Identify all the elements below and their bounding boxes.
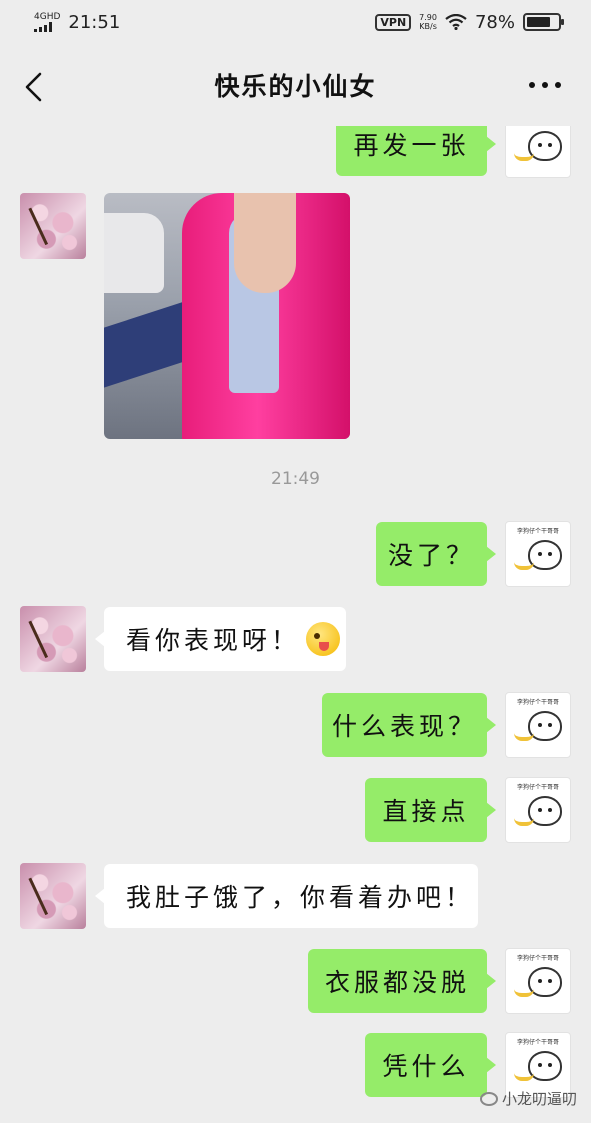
- signal-icon: 4GHD: [34, 11, 61, 32]
- my-avatar[interactable]: 李狗仔个干哥哥: [505, 521, 571, 587]
- banana-icon: [514, 1073, 534, 1081]
- time-divider: 21:49: [271, 469, 320, 489]
- winking-tongue-emoji-icon: [306, 622, 341, 656]
- message-text: 我肚子饿了，你看着办吧！: [126, 883, 475, 912]
- message-bubble[interactable]: 衣服都没脱: [308, 949, 496, 1013]
- message-row: 衣服都没脱 李狗仔个干哥哥: [0, 948, 591, 1014]
- message-bubble[interactable]: 没了？: [376, 522, 496, 586]
- battery-icon: [523, 13, 564, 31]
- message-bubble[interactable]: 凭什么: [365, 1033, 496, 1097]
- message-text: 什么表现？: [331, 712, 477, 741]
- message-row: 没了？ 李狗仔个干哥哥: [0, 521, 591, 587]
- car-shape: [104, 213, 164, 293]
- banana-icon: [514, 562, 534, 570]
- chevron-left-icon[interactable]: [22, 72, 46, 102]
- watermark-text: 小龙叨逼叨: [501, 1090, 577, 1108]
- banana-icon: [514, 733, 534, 741]
- my-avatar[interactable]: 李狗仔个干哥哥: [505, 948, 571, 1014]
- watermark: 小龙叨逼叨: [479, 1088, 577, 1109]
- message-row: 看你表现呀！: [0, 606, 591, 672]
- banana-icon: [514, 989, 534, 997]
- contact-avatar[interactable]: [20, 193, 86, 259]
- banana-icon: [514, 818, 534, 826]
- message-row: 什么表现？ 李狗仔个干哥哥: [0, 692, 591, 758]
- message-row: 我肚子饿了，你看着办吧！: [0, 863, 591, 929]
- road-curb: [104, 298, 194, 388]
- contact-avatar[interactable]: [20, 863, 86, 929]
- battery-fill: [527, 17, 551, 27]
- message-image[interactable]: [104, 193, 350, 439]
- message-bubble[interactable]: 直接点: [365, 778, 496, 842]
- neck-area: [234, 193, 296, 293]
- battery-percent: 78%: [474, 11, 515, 33]
- network-type: 4GHD: [34, 11, 61, 22]
- chat-messages[interactable]: 再发一张 李狗仔个干哥哥 21:49 没了？ 李狗仔个干哥哥: [0, 126, 591, 1123]
- my-avatar[interactable]: 李狗仔个干哥哥: [505, 692, 571, 758]
- clock: 21:51: [68, 11, 121, 33]
- message-bubble[interactable]: 看你表现呀！: [95, 607, 346, 671]
- message-row: 直接点 李狗仔个干哥哥: [0, 777, 591, 843]
- message-text: 直接点: [382, 797, 470, 826]
- message-bubble[interactable]: 什么表现？: [322, 693, 496, 757]
- contact-avatar[interactable]: [20, 606, 86, 672]
- wechat-icon: [479, 1091, 498, 1106]
- chat-title: 快乐的小仙女: [214, 72, 377, 101]
- my-avatar[interactable]: 李狗仔个干哥哥: [505, 777, 571, 843]
- status-bar: 4GHD 21:51 VPN 7.90 KB/s 78%: [0, 0, 591, 44]
- message-text: 没了？: [387, 541, 475, 570]
- message-bubble[interactable]: 我肚子饿了，你看着办吧！: [95, 864, 478, 928]
- message-row: [0, 126, 591, 446]
- wifi-icon: [445, 14, 467, 30]
- chat-header: 快乐的小仙女: [0, 44, 591, 126]
- message-text: 凭什么: [382, 1052, 470, 1081]
- network-speed: 7.90 KB/s: [419, 13, 437, 31]
- message-text: 看你表现呀！: [126, 626, 301, 655]
- vpn-icon: VPN: [375, 13, 412, 31]
- message-text: 衣服都没脱: [324, 968, 470, 997]
- more-dots-icon[interactable]: [529, 82, 561, 88]
